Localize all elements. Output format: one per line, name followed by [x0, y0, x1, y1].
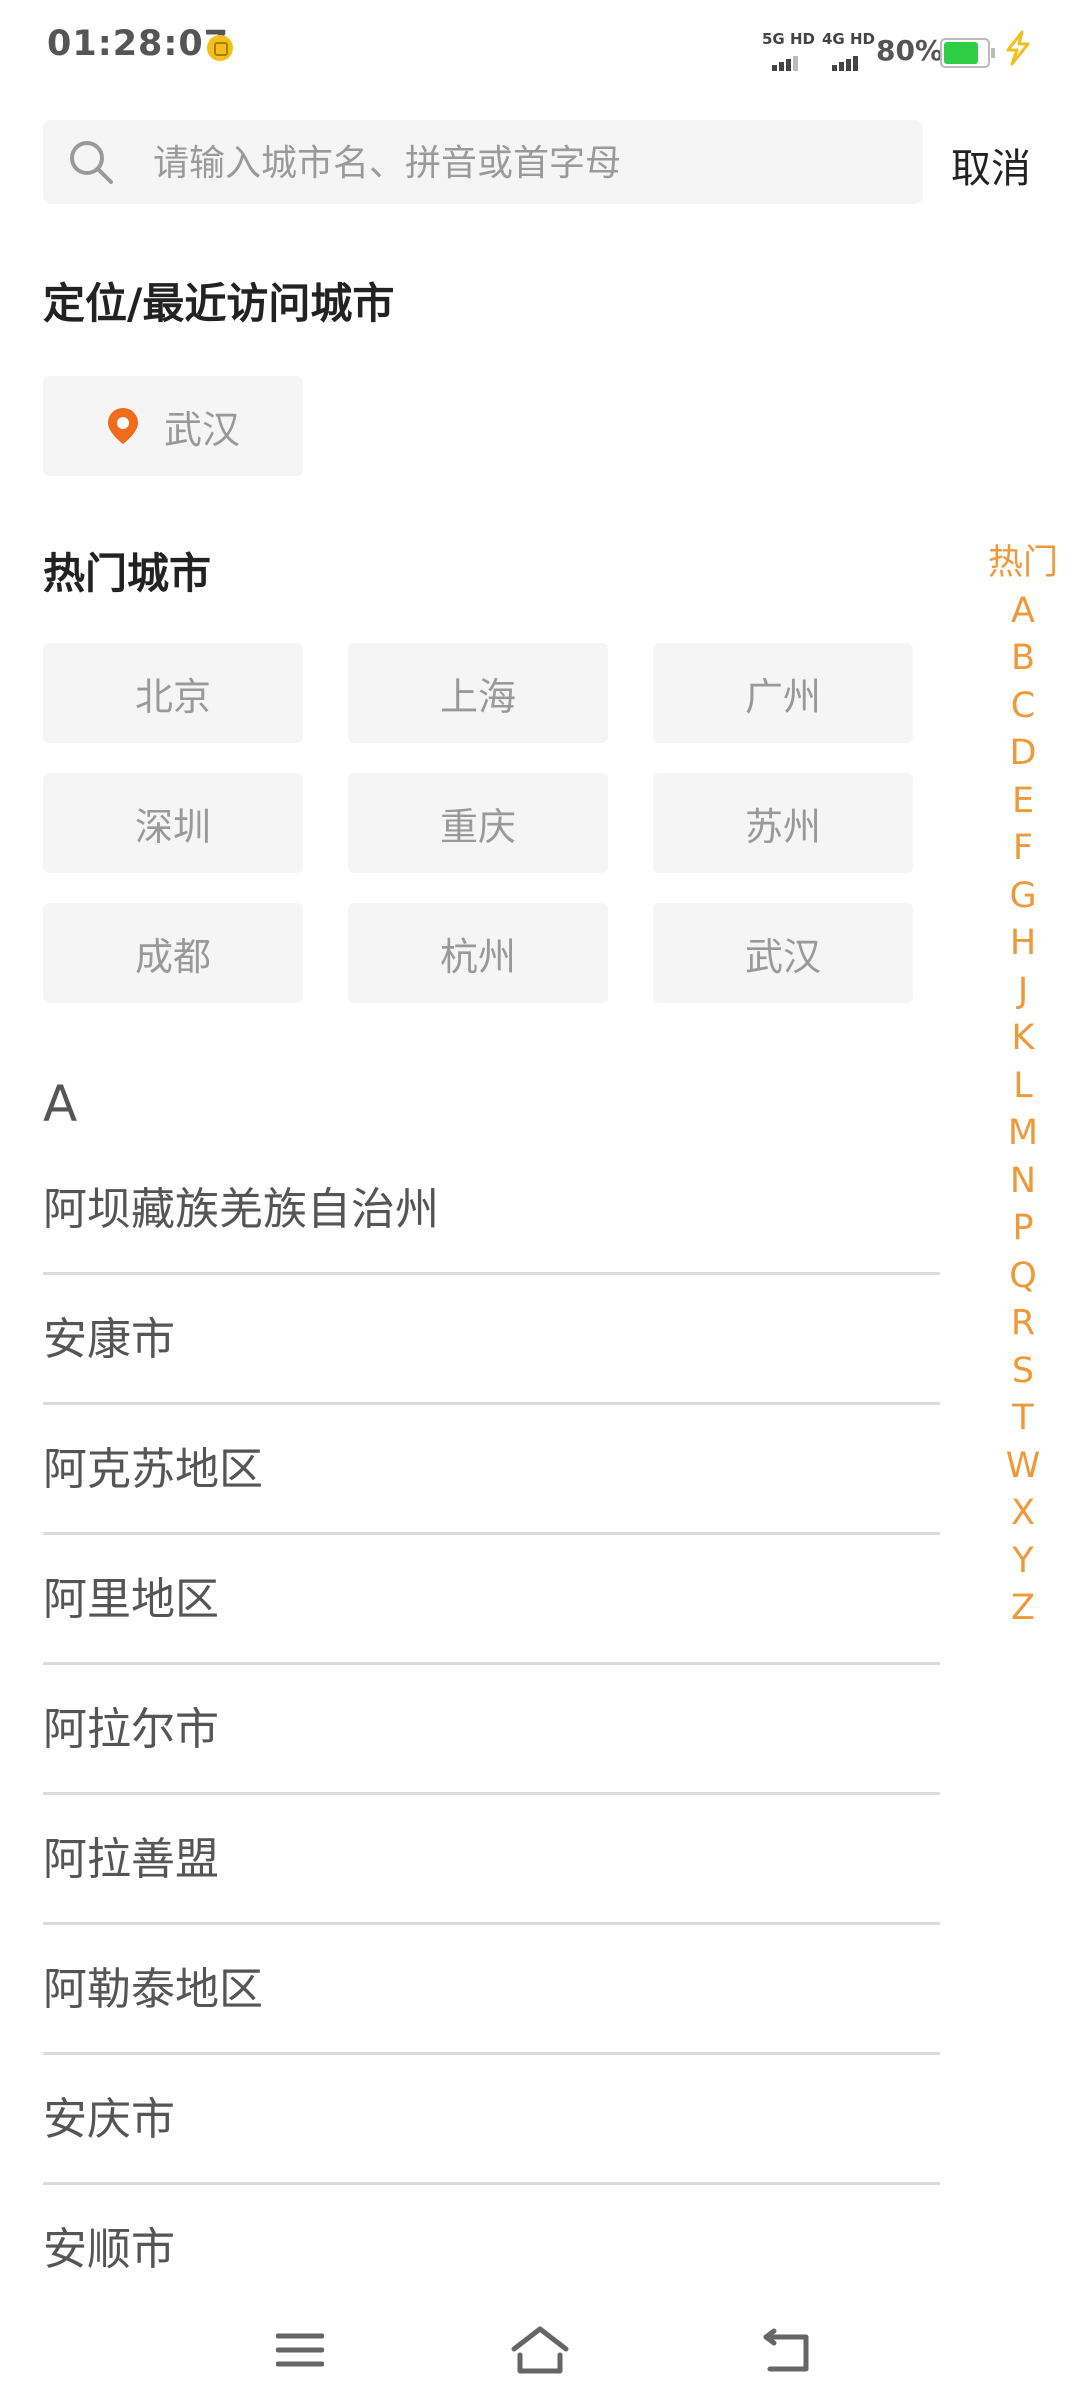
city-list-item[interactable]: 阿拉尔市	[43, 1665, 940, 1795]
back-button[interactable]	[746, 2310, 826, 2390]
index-item-w[interactable]: W	[978, 1443, 1068, 1491]
index-item-hot[interactable]: 热门	[978, 540, 1068, 588]
index-item-e[interactable]: E	[978, 778, 1068, 826]
hot-city-chip[interactable]: 苏州	[653, 773, 913, 873]
city-list-item[interactable]: 安康市	[43, 1275, 940, 1405]
index-item-t[interactable]: T	[978, 1395, 1068, 1443]
index-item-j[interactable]: J	[978, 968, 1068, 1016]
index-item-c[interactable]: C	[978, 683, 1068, 731]
hot-city-chip[interactable]: 武汉	[653, 903, 913, 1003]
index-item-p[interactable]: P	[978, 1205, 1068, 1253]
city-list-item[interactable]: 阿里地区	[43, 1535, 940, 1665]
index-item-z[interactable]: Z	[978, 1585, 1068, 1633]
index-item-x[interactable]: X	[978, 1490, 1068, 1538]
index-item-s[interactable]: S	[978, 1348, 1068, 1396]
hot-city-chip[interactable]: 广州	[653, 643, 913, 743]
home-button[interactable]	[500, 2310, 580, 2390]
index-item-h[interactable]: H	[978, 920, 1068, 968]
hot-city-chip[interactable]: 上海	[348, 643, 608, 743]
city-list: 阿坝藏族羌族自治州 安康市 阿克苏地区 阿里地区 阿拉尔市 阿拉善盟 阿勒泰地区…	[43, 1145, 940, 2315]
search-icon	[70, 141, 113, 184]
app-notification-icon	[207, 35, 233, 61]
battery-fill	[944, 42, 978, 64]
index-item-l[interactable]: L	[978, 1063, 1068, 1111]
signal-icon	[832, 52, 860, 71]
alphabet-index-bar[interactable]: 热门 A B C D E F G H J K L M N P Q R S T W…	[978, 540, 1068, 1633]
home-icon	[511, 2326, 569, 2374]
index-item-n[interactable]: N	[978, 1158, 1068, 1206]
location-pin-icon	[107, 408, 138, 444]
index-item-b[interactable]: B	[978, 635, 1068, 683]
index-item-d[interactable]: D	[978, 730, 1068, 778]
index-item-a[interactable]: A	[978, 588, 1068, 636]
network-5g-label: 5G HD	[762, 30, 815, 48]
battery-icon	[940, 38, 995, 68]
index-item-m[interactable]: M	[978, 1110, 1068, 1158]
index-item-g[interactable]: G	[978, 873, 1068, 921]
city-list-item[interactable]: 阿坝藏族羌族自治州	[43, 1145, 940, 1275]
network-4g-label: 4G HD	[822, 30, 875, 48]
index-item-y[interactable]: Y	[978, 1538, 1068, 1586]
city-list-item[interactable]: 安顺市	[43, 2185, 940, 2315]
menu-icon	[276, 2333, 324, 2367]
recent-apps-button[interactable]	[260, 2310, 340, 2390]
index-item-k[interactable]: K	[978, 1015, 1068, 1063]
hot-city-chip[interactable]: 杭州	[348, 903, 608, 1003]
signal-icon	[772, 52, 800, 71]
location-section-title: 定位/最近访问城市	[43, 279, 395, 328]
system-navigation-bar	[0, 2310, 1080, 2400]
index-item-f[interactable]: F	[978, 825, 1068, 873]
hot-city-chip[interactable]: 重庆	[348, 773, 608, 873]
hot-city-chip[interactable]: 成都	[43, 903, 303, 1003]
city-list-item[interactable]: 安庆市	[43, 2055, 940, 2185]
cancel-button[interactable]: 取消	[951, 136, 1031, 194]
search-input[interactable]	[151, 120, 915, 206]
hot-city-chip[interactable]: 深圳	[43, 773, 303, 873]
network-4g-indicator: 4G HD	[822, 30, 882, 71]
status-time: 01:28:07	[47, 24, 230, 64]
hot-cities-title: 热门城市	[43, 549, 212, 598]
current-location-label: 武汉	[163, 407, 240, 452]
city-list-item[interactable]: 阿克苏地区	[43, 1405, 940, 1535]
charging-icon	[1006, 30, 1030, 66]
status-bar: 01:28:07 5G HD 4G HD 80%	[0, 0, 1080, 100]
battery-percent: 80%	[876, 34, 944, 67]
current-location-chip[interactable]: 武汉	[43, 376, 303, 476]
letter-section-header: A	[43, 1075, 78, 1133]
search-box[interactable]	[43, 120, 923, 206]
hot-city-chip[interactable]: 北京	[43, 643, 303, 743]
index-item-r[interactable]: R	[978, 1300, 1068, 1348]
back-icon	[763, 2328, 809, 2372]
city-list-item[interactable]: 阿勒泰地区	[43, 1925, 940, 2055]
index-item-q[interactable]: Q	[978, 1253, 1068, 1301]
network-5g-indicator: 5G HD	[762, 30, 822, 71]
city-list-item[interactable]: 阿拉善盟	[43, 1795, 940, 1925]
